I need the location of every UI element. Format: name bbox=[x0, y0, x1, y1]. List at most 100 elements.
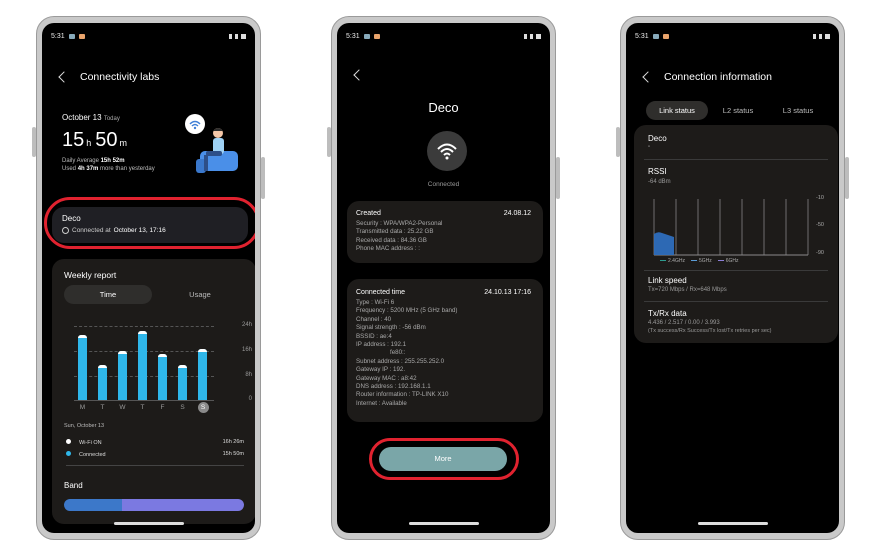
txrx-note: (Tx success/Rx Success/Tx lost/Tx retrie… bbox=[648, 328, 772, 334]
detail-line: Security : WPA/WPA2-Personal bbox=[356, 220, 443, 227]
legend-label: 5GHz bbox=[698, 258, 712, 264]
band-bar bbox=[64, 499, 244, 511]
day-label: M bbox=[79, 404, 86, 411]
connected-time-card: Connected time 24.10.13 17:16 Type : Wi-… bbox=[347, 279, 543, 422]
rssi-chart bbox=[653, 199, 809, 256]
divider bbox=[644, 301, 828, 302]
home-indicator[interactable] bbox=[113, 522, 184, 525]
heart-icon bbox=[662, 33, 669, 39]
detail-line: Router information : TP-LINK X10 bbox=[356, 391, 449, 399]
bar-cap bbox=[98, 364, 107, 368]
day-label: S bbox=[197, 402, 209, 413]
bar-cap bbox=[138, 330, 147, 334]
detail-line: Frequency : 5200 MHz (5 GHz band) bbox=[356, 307, 458, 315]
bar-cap bbox=[158, 353, 167, 357]
link-speed-title: Link speed bbox=[648, 276, 687, 285]
tab-time-label: Time bbox=[99, 290, 117, 299]
bar-cap bbox=[198, 349, 207, 353]
rssi-y-label: -10 bbox=[816, 195, 824, 201]
screen: 5:31 Connection information Link status … bbox=[626, 23, 839, 533]
tab-usage[interactable]: Usage bbox=[156, 285, 244, 304]
connected-time-details: Type : Wi-Fi 6 Frequency : 5200 MHz (5 GH… bbox=[356, 299, 457, 408]
back-arrow-icon[interactable] bbox=[353, 69, 365, 81]
day-label: T bbox=[100, 404, 105, 411]
detail-line: Signal strength : -56 dBm bbox=[356, 324, 426, 332]
wifi-dot-icon bbox=[66, 439, 71, 444]
rssi-y-label: -50 bbox=[816, 222, 824, 228]
day-label: T bbox=[140, 404, 145, 411]
legend-item: 2.4GHz bbox=[660, 258, 685, 264]
heart-icon bbox=[78, 33, 85, 39]
weekly-bar-chart: 24h 16h 8h 0 bbox=[74, 322, 252, 402]
created-card: Created 24.08.12 Security : WPA/WPA2-Per… bbox=[347, 201, 543, 263]
back-arrow-icon[interactable] bbox=[58, 71, 70, 83]
y-label: 8h bbox=[245, 372, 252, 378]
page-header bbox=[351, 69, 365, 81]
wifi-status-icon bbox=[530, 33, 533, 39]
wifi-status-icon bbox=[235, 33, 238, 39]
legend-value: 16h 26m bbox=[222, 439, 244, 445]
home-indicator[interactable] bbox=[697, 522, 768, 525]
status-time: 5:31 bbox=[346, 32, 360, 40]
battery-icon bbox=[536, 33, 541, 39]
band-title: Band bbox=[64, 481, 83, 490]
rssi-legend: 2.4GHz 5GHz 6GHz bbox=[660, 258, 739, 264]
created-date: 24.08.12 bbox=[503, 210, 531, 217]
rssi-y-label: -90 bbox=[816, 250, 824, 256]
detail-line: Phone MAC address : : bbox=[356, 245, 420, 253]
legend-swatch bbox=[690, 259, 697, 262]
txrx-title: Tx/Rx data bbox=[648, 309, 687, 318]
detail-line: fe80:: bbox=[390, 349, 406, 357]
tab-l2-status[interactable]: L2 status bbox=[708, 101, 768, 120]
legend-label: 6GHz bbox=[725, 258, 739, 264]
minutes-unit: m bbox=[119, 138, 128, 148]
legend-label: 2.4GHz bbox=[668, 258, 685, 264]
today-label: Today bbox=[103, 116, 120, 122]
daily-avg-label: Daily Average bbox=[62, 158, 99, 164]
wifi-status-icon bbox=[819, 33, 822, 39]
band-segment bbox=[121, 499, 244, 511]
heart-icon bbox=[373, 33, 380, 39]
status-bar: 5:31 bbox=[346, 31, 541, 41]
txrx-value: 4.436 / 2.517 / 0.00 / 3.993 bbox=[648, 320, 720, 326]
legend-swatch bbox=[660, 259, 666, 262]
day-label: W bbox=[119, 404, 126, 411]
legend-label: Wi-Fi ON bbox=[79, 440, 102, 446]
rssi-value: -64 dBm bbox=[648, 179, 671, 185]
battery-icon bbox=[825, 33, 830, 39]
detail-line: IP address : 192.1 bbox=[356, 341, 407, 349]
bar bbox=[78, 335, 87, 400]
hours-value: 15 bbox=[62, 129, 85, 151]
usage-total: 15 h 50 m bbox=[62, 129, 127, 152]
page-title: Connectivity labs bbox=[80, 71, 160, 83]
detail-line: Subnet address : 255.255.252.0 bbox=[356, 357, 445, 365]
tab-label: Link status bbox=[659, 106, 695, 115]
created-details: Security : WPA/WPA2-Personal Transmitted … bbox=[356, 220, 442, 254]
tab-l3-status[interactable]: L3 status bbox=[768, 101, 828, 120]
legend-row-wifi: Wi-Fi ON 16h 26m bbox=[66, 439, 244, 446]
detail-line: Gateway IP : 192. bbox=[356, 366, 406, 374]
home-indicator[interactable] bbox=[408, 522, 479, 525]
tab-link-status[interactable]: Link status bbox=[646, 101, 708, 120]
legend-label: Connected bbox=[79, 452, 106, 458]
screen: 5:31 Connectivity labs October 13 Today … bbox=[42, 23, 255, 533]
legend-item: 5GHz bbox=[690, 258, 712, 264]
battery-icon bbox=[241, 33, 246, 39]
bar bbox=[118, 350, 127, 400]
used-suffix: more than yesterday bbox=[100, 166, 155, 172]
detail-line: Received data : 84.36 GB bbox=[356, 236, 427, 244]
divider bbox=[66, 465, 244, 466]
notification-icon bbox=[363, 33, 370, 39]
legend-value: 15h 50m bbox=[222, 451, 244, 457]
tab-time[interactable]: Time bbox=[64, 285, 152, 304]
wifi-icon bbox=[427, 131, 467, 171]
notification-icon bbox=[68, 33, 75, 39]
back-arrow-icon[interactable] bbox=[642, 71, 654, 83]
page-header: Connectivity labs bbox=[56, 71, 159, 83]
link-speed-value: Tx=720 Mbps / Rx=648 Mbps bbox=[648, 287, 727, 293]
chart-caption: Sun, October 13 bbox=[64, 423, 105, 429]
highlight-oval bbox=[44, 197, 255, 249]
divider bbox=[644, 159, 828, 160]
usage-summary: Daily Average 15h 52m Used 4h 37m more t… bbox=[62, 157, 155, 173]
detail-line: Type : Wi-Fi 6 bbox=[356, 299, 395, 306]
